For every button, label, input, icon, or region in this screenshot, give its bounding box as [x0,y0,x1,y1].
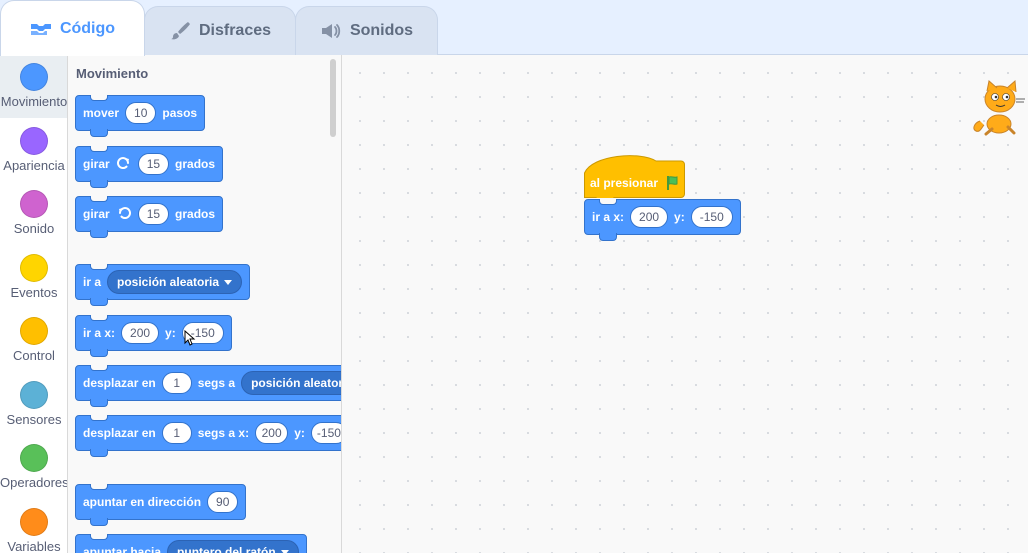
tab-bar: Código Disfraces Sonidos [0,0,1028,56]
block-input-y[interactable]: -150 [310,422,341,444]
block-input-y[interactable]: -150 [690,206,733,228]
category-looks-icon [20,127,48,155]
block-move-steps[interactable]: mover 10 pasos [75,95,206,137]
block-label: ir a x: [592,210,625,224]
category-control[interactable]: Control [0,309,67,372]
brush-icon [169,20,191,42]
block-label: segs a [197,376,236,390]
tab-sounds[interactable]: Sonidos [295,6,438,55]
hat-block-label: al presionar [590,176,659,190]
block-label: segs a x: [197,426,250,440]
category-control-icon [20,317,48,345]
category-sensing[interactable]: Sensores [0,373,67,436]
category-motion[interactable]: Movimiento [0,55,68,118]
category-sound[interactable]: Sonido [0,182,67,245]
block-point-towards[interactable]: apuntar hacia puntero del ratón [75,534,307,553]
block-point-direction[interactable]: apuntar en dirección 90 [75,484,247,526]
block-input-x[interactable]: 200 [121,322,160,344]
tab-code[interactable]: Código [0,0,145,56]
category-label: Apariencia [3,158,65,173]
block-dropdown-target[interactable]: posición aleatoria [107,270,243,294]
block-label: ir a [83,275,102,289]
script-workspace[interactable]: al presionar ir a x: 200 y: -150 [342,55,1028,553]
category-menu: Movimiento Apariencia Sonido Eventos Con… [0,55,68,553]
block-label: desplazar en [83,426,156,440]
hat-block-content: al presionar [590,175,681,191]
category-label: Variables [7,539,61,553]
green-flag-icon [667,176,678,190]
rotate-left-icon [118,207,131,220]
palette-section-title: Movimiento [76,66,149,81]
dropdown-value: puntero del ratón [177,545,276,553]
block-go-to-xy[interactable]: ir a x: 200 y: -150 [75,315,232,357]
category-label: Sensores [6,412,62,427]
block-label: grados [175,157,216,171]
tab-costumes-label: Disfraces [198,22,272,39]
category-label: Movimiento [0,94,68,109]
category-operators-icon [20,444,48,472]
block-label: pasos [162,106,198,120]
mouse-cursor-icon [184,330,196,346]
block-turn-right[interactable]: girar 15 grados [75,146,224,188]
block-label: y: [674,210,685,224]
category-events[interactable]: Eventos [0,246,67,309]
block-turn-left[interactable]: girar 15 grados [75,196,224,238]
dropdown-value: posición aleatoria [251,376,341,390]
block-go-to[interactable]: ir a posición aleatoria [75,264,251,306]
category-sensing-icon [20,381,48,409]
block-glide-to-xy[interactable]: desplazar en 1 segs a x: 200 y: -150 [75,415,341,457]
category-sound-icon [20,190,48,218]
block-label: desplazar en [83,376,156,390]
rotate-right-icon [116,157,129,170]
category-looks[interactable]: Apariencia [0,119,67,182]
block-dropdown-target[interactable]: posición aleatoria [241,371,341,395]
block-glide-to[interactable]: desplazar en 1 segs a posición aleatoria [75,365,341,407]
category-events-icon [20,254,48,282]
block-palette: Movimiento mover 10 pasos girar 15 grado… [68,55,342,553]
dropdown-value: posición aleatoria [117,275,220,289]
block-input-seconds[interactable]: 1 [161,422,192,444]
block-input-direction[interactable]: 90 [207,491,239,513]
tab-code-label: Código [59,19,116,37]
block-dropdown-target[interactable]: puntero del ratón [167,540,299,553]
hat-block-when-flag-clicked[interactable]: al presionar [584,151,685,198]
category-label: Operadores [0,475,68,490]
speaker-icon [320,20,342,42]
sprite-cat-icon [973,79,1025,136]
tab-costumes[interactable]: Disfraces [144,6,296,55]
block-label: ir a x: [83,326,116,340]
block-go-to-xy-workspace[interactable]: ir a x: 200 y: -150 [584,199,741,241]
category-label: Sonido [13,221,55,236]
block-label: apuntar en dirección [83,495,202,509]
block-label: y: [294,426,305,440]
category-label: Eventos [10,285,58,300]
block-input-degrees[interactable]: 15 [137,153,170,175]
chevron-down-icon [224,279,233,285]
block-label: apuntar hacia [83,545,162,553]
block-input-seconds[interactable]: 1 [161,372,192,394]
block-label: y: [165,326,176,340]
category-operators[interactable]: Operadores [0,436,68,499]
code-icon [30,18,52,40]
category-variables-icon [20,508,48,536]
tab-sounds-label: Sonidos [349,22,414,39]
block-input-steps[interactable]: 10 [125,102,157,124]
chevron-down-icon [280,549,289,553]
block-label: girar [83,207,110,221]
block-input-degrees[interactable]: 15 [137,203,170,225]
block-input-x[interactable]: 200 [630,206,669,228]
block-label: mover [83,106,120,120]
category-motion-icon [20,63,48,91]
block-label: girar [83,157,110,171]
category-label: Control [13,348,55,363]
scratch-editor: Código Disfraces Sonidos Movimiento Apar… [0,0,1028,553]
category-variables[interactable]: Variables [0,500,67,553]
palette-scrollbar[interactable] [330,59,336,137]
block-input-x[interactable]: 200 [255,422,289,444]
block-label: grados [175,207,216,221]
